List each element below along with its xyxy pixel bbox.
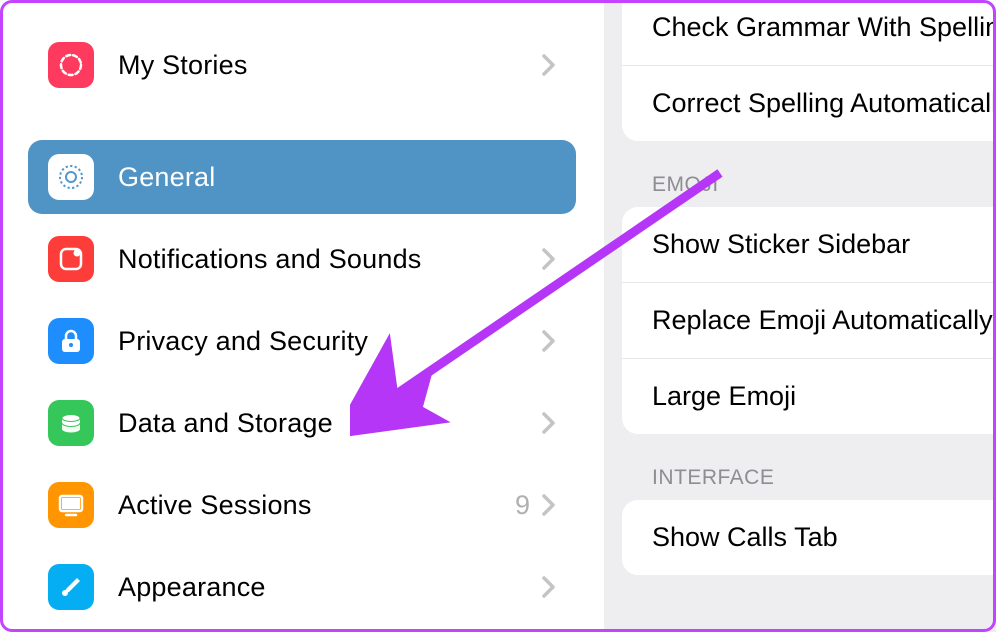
sidebar-item-general[interactable]: General <box>28 140 576 214</box>
detail-panel: Check Grammar With Spelling Correct Spel… <box>604 0 996 632</box>
settings-group: Show Sticker Sidebar Replace Emoji Autom… <box>622 207 996 434</box>
section-header: INTERFACE <box>604 434 996 500</box>
sidebar-item-label: Notifications and Sounds <box>118 244 542 275</box>
settings-row[interactable]: Large Emoji <box>622 359 996 434</box>
sidebar-item-label: Active Sessions <box>118 490 515 521</box>
gear-icon <box>48 154 94 200</box>
sidebar-item-label: My Stories <box>118 50 542 81</box>
sidebar-item-my-stories[interactable]: My Stories <box>28 28 576 102</box>
settings-sidebar: My Stories General Notifications and Sou… <box>0 0 604 632</box>
sidebar-item-sessions[interactable]: Active Sessions 9 <box>28 468 576 542</box>
settings-row[interactable]: Check Grammar With Spelling <box>622 0 996 66</box>
sidebar-item-label: General <box>118 162 556 193</box>
lock-icon <box>48 318 94 364</box>
settings-group: Show Calls Tab <box>622 500 996 575</box>
settings-row[interactable]: Correct Spelling Automatically <box>622 66 996 141</box>
sidebar-item-storage[interactable]: Data and Storage <box>28 386 576 460</box>
section-header: EMOJI <box>604 141 996 207</box>
sidebar-item-label: Privacy and Security <box>118 326 542 357</box>
sessions-icon <box>48 482 94 528</box>
bell-icon <box>48 236 94 282</box>
sidebar-item-privacy[interactable]: Privacy and Security <box>28 304 576 378</box>
sidebar-item-appearance[interactable]: Appearance <box>28 550 576 624</box>
settings-row[interactable]: Replace Emoji Automatically <box>622 283 996 359</box>
sidebar-item-notifications[interactable]: Notifications and Sounds <box>28 222 576 296</box>
settings-row[interactable]: Show Calls Tab <box>622 500 996 575</box>
chevron-right-icon <box>542 575 556 599</box>
settings-row[interactable]: Show Sticker Sidebar <box>622 207 996 283</box>
sidebar-item-label: Data and Storage <box>118 408 542 439</box>
chevron-right-icon <box>542 411 556 435</box>
settings-group: Check Grammar With Spelling Correct Spel… <box>622 0 996 141</box>
sidebar-item-value: 9 <box>515 490 530 521</box>
chevron-right-icon <box>542 53 556 77</box>
chevron-right-icon <box>542 329 556 353</box>
chevron-right-icon <box>542 247 556 271</box>
storage-icon <box>48 400 94 446</box>
sidebar-item-label: Appearance <box>118 572 542 603</box>
chevron-right-icon <box>542 493 556 517</box>
stories-icon <box>48 42 94 88</box>
brush-icon <box>48 564 94 610</box>
